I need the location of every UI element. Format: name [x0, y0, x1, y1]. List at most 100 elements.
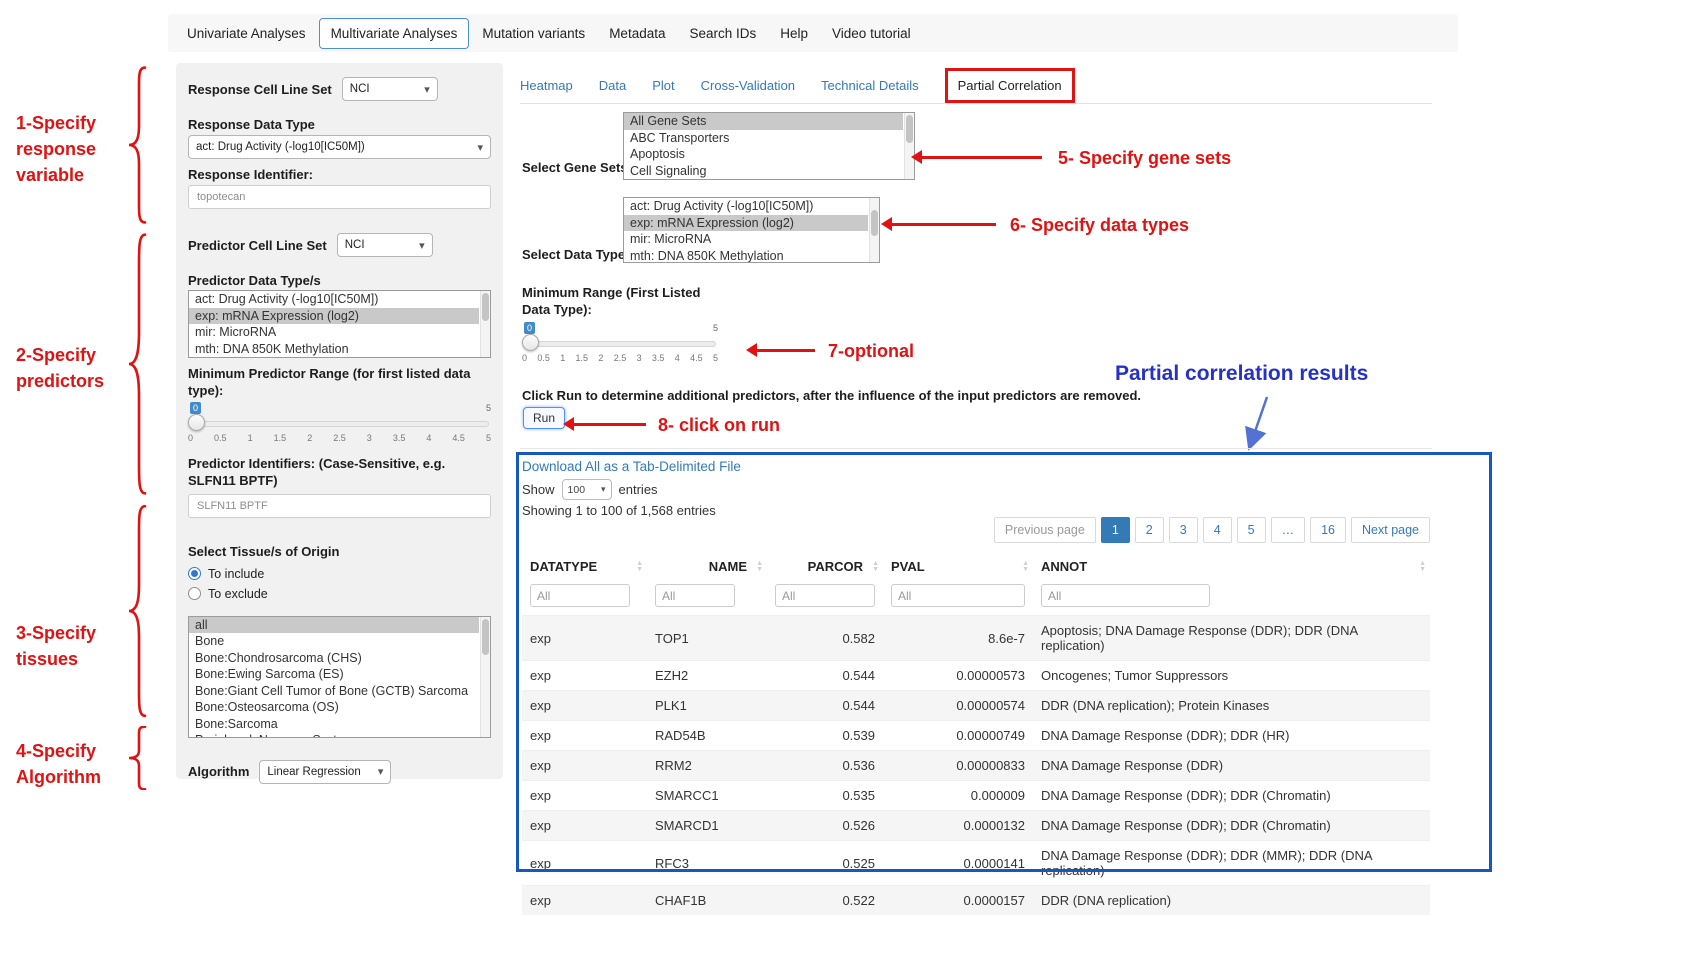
- scrollbar[interactable]: [480, 291, 490, 357]
- slider-track[interactable]: [524, 341, 716, 347]
- slider-tick-label: 4.5: [452, 433, 465, 443]
- page-button[interactable]: 3: [1169, 517, 1198, 543]
- column-header[interactable]: PVAL ▲▼: [883, 551, 1033, 582]
- tissue-radio-option[interactable]: To exclude: [188, 584, 491, 604]
- entries-per-page-select[interactable]: 100 ▾: [562, 479, 612, 500]
- sort-icon[interactable]: ▲▼: [1022, 561, 1029, 573]
- nav-item[interactable]: Search IDs: [678, 19, 767, 48]
- predictor-cell-line-set-select[interactable]: NCI ▾: [337, 233, 433, 257]
- cell-name: PLK1: [647, 691, 767, 721]
- min-range-slider[interactable]: 0 5 00.511.522.533.544.55: [522, 322, 718, 368]
- algorithm-select[interactable]: Linear Regression ▾: [259, 760, 391, 784]
- column-filter-input[interactable]: [775, 584, 875, 607]
- page-button[interactable]: 4: [1203, 517, 1232, 543]
- page-button[interactable]: 2: [1135, 517, 1164, 543]
- listbox-option[interactable]: All Gene Sets: [624, 113, 903, 130]
- table-row[interactable]: exp RRM2 0.536 0.00000833 DNA Damage Res…: [522, 751, 1430, 781]
- listbox-option[interactable]: Apoptosis: [624, 146, 903, 163]
- scrollbar[interactable]: [869, 198, 879, 262]
- slider-tick-label: 2.5: [333, 433, 346, 443]
- column-filter-input[interactable]: [530, 584, 630, 607]
- radio-icon[interactable]: [188, 567, 201, 580]
- listbox-option[interactable]: Peripheral_Nervous_System: [189, 732, 479, 738]
- tab[interactable]: Plot: [652, 78, 674, 93]
- gene-sets-listbox[interactable]: All Gene Sets ABC Transporters Apoptosis…: [623, 112, 915, 180]
- table-row[interactable]: exp EZH2 0.544 0.00000573 Oncogenes; Tum…: [522, 661, 1430, 691]
- min-predictor-range-slider[interactable]: 0 5 00.511.522.533.544.55: [188, 402, 491, 448]
- tab[interactable]: Data: [599, 78, 626, 93]
- column-header[interactable]: NAME ▲▼: [647, 551, 767, 582]
- sort-icon[interactable]: ▲▼: [872, 561, 879, 573]
- sort-icon[interactable]: ▲▼: [1419, 561, 1426, 573]
- column-filter-input[interactable]: [891, 584, 1025, 607]
- scrollbar[interactable]: [904, 113, 914, 179]
- listbox-option[interactable]: Bone:Sarcoma: [189, 716, 479, 733]
- nav-item[interactable]: Mutation variants: [471, 19, 596, 48]
- listbox-option[interactable]: act: Drug Activity (-log10[IC50M]): [189, 291, 479, 308]
- data-types-listbox[interactable]: act: Drug Activity (-log10[IC50M]) exp: …: [623, 197, 880, 263]
- previous-page-button[interactable]: Previous page: [994, 517, 1096, 543]
- nav-item[interactable]: Help: [769, 19, 819, 48]
- radio-icon[interactable]: [188, 587, 201, 600]
- tissue-listbox[interactable]: all Bone Bone:Chondrosarcoma (CHS) Bone:…: [188, 616, 491, 738]
- listbox-option[interactable]: Cell Signaling: [624, 163, 903, 180]
- listbox-option[interactable]: mth: DNA 850K Methylation: [624, 248, 868, 264]
- predictor-identifiers-input[interactable]: [188, 494, 491, 518]
- nav-item[interactable]: Univariate Analyses: [176, 19, 317, 48]
- sort-icon[interactable]: ▲▼: [636, 561, 643, 573]
- table-row[interactable]: exp PLK1 0.544 0.00000574 DDR (DNA repli…: [522, 691, 1430, 721]
- listbox-option[interactable]: mth: DNA 850K Methylation: [189, 341, 479, 358]
- column-filter-input[interactable]: [1041, 584, 1210, 607]
- response-data-type-select[interactable]: act: Drug Activity (-log10[IC50M]) ▾: [188, 135, 491, 159]
- table-row[interactable]: exp CHAF1B 0.522 0.0000157 DDR (DNA repl…: [522, 886, 1430, 916]
- slider-tick-label: 2: [307, 433, 312, 443]
- listbox-option[interactable]: Bone: [189, 633, 479, 650]
- next-page-button[interactable]: Next page: [1351, 517, 1430, 543]
- tab[interactable]: Technical Details: [821, 78, 919, 93]
- listbox-option[interactable]: Bone:Giant Cell Tumor of Bone (GCTB) Sar…: [189, 683, 479, 700]
- cell-pval: 0.000009: [883, 781, 1033, 811]
- listbox-option[interactable]: all: [189, 617, 479, 634]
- listbox-option[interactable]: exp: mRNA Expression (log2): [624, 215, 868, 232]
- tab[interactable]: Partial Correlation: [945, 68, 1075, 103]
- nav-item[interactable]: Multivariate Analyses: [319, 18, 470, 49]
- page-button[interactable]: 1: [1101, 517, 1130, 543]
- run-button[interactable]: Run: [523, 407, 565, 429]
- tissue-radio-option[interactable]: To include: [188, 564, 491, 584]
- predictor-data-types-listbox[interactable]: act: Drug Activity (-log10[IC50M]) exp: …: [188, 290, 491, 358]
- table-row[interactable]: exp TOP1 0.582 8.6e-7 Apoptosis; DNA Dam…: [522, 616, 1430, 661]
- tab[interactable]: Cross-Validation: [701, 78, 795, 93]
- listbox-option[interactable]: Bone:Ewing Sarcoma (ES): [189, 666, 479, 683]
- listbox-option[interactable]: Bone:Chondrosarcoma (CHS): [189, 650, 479, 667]
- download-link[interactable]: Download All as a Tab-Delimited File: [522, 459, 741, 474]
- column-header[interactable]: PARCOR ▲▼: [767, 551, 883, 582]
- listbox-option[interactable]: mir: MicroRNA: [624, 231, 868, 248]
- slider-tick-label: 5: [713, 353, 718, 363]
- column-header[interactable]: ANNOT ▲▼: [1033, 551, 1430, 582]
- page-button[interactable]: …: [1271, 517, 1306, 543]
- column-filter-input[interactable]: [655, 584, 735, 607]
- listbox-option[interactable]: act: Drug Activity (-log10[IC50M]): [624, 198, 868, 215]
- slider-tick-label: 1.5: [576, 353, 589, 363]
- column-header[interactable]: DATATYPE ▲▼: [522, 551, 647, 582]
- listbox-option[interactable]: exp: mRNA Expression (log2): [189, 308, 479, 325]
- response-identifier-input[interactable]: [188, 185, 491, 209]
- page-button[interactable]: 16: [1310, 517, 1346, 543]
- listbox-option[interactable]: mir: MicroRNA: [189, 324, 479, 341]
- page-button[interactable]: 5: [1237, 517, 1266, 543]
- listbox-option[interactable]: Bone:Osteosarcoma (OS): [189, 699, 479, 716]
- tab[interactable]: Heatmap: [520, 78, 573, 93]
- table-row[interactable]: exp SMARCD1 0.526 0.0000132 DNA Damage R…: [522, 811, 1430, 841]
- listbox-option[interactable]: ABC Transporters: [624, 130, 903, 147]
- table-row[interactable]: exp RFC3 0.525 0.0000141 DNA Damage Resp…: [522, 841, 1430, 886]
- table-row[interactable]: exp SMARCC1 0.535 0.000009 DNA Damage Re…: [522, 781, 1430, 811]
- slider-handle[interactable]: [522, 334, 539, 351]
- nav-item[interactable]: Video tutorial: [821, 19, 922, 48]
- nav-item[interactable]: Metadata: [598, 19, 676, 48]
- slider-handle[interactable]: [188, 414, 205, 431]
- scrollbar[interactable]: [480, 617, 490, 737]
- slider-track[interactable]: [190, 421, 489, 427]
- response-cell-line-set-select[interactable]: NCI ▾: [342, 77, 438, 101]
- table-row[interactable]: exp RAD54B 0.539 0.00000749 DNA Damage R…: [522, 721, 1430, 751]
- sort-icon[interactable]: ▲▼: [756, 561, 763, 573]
